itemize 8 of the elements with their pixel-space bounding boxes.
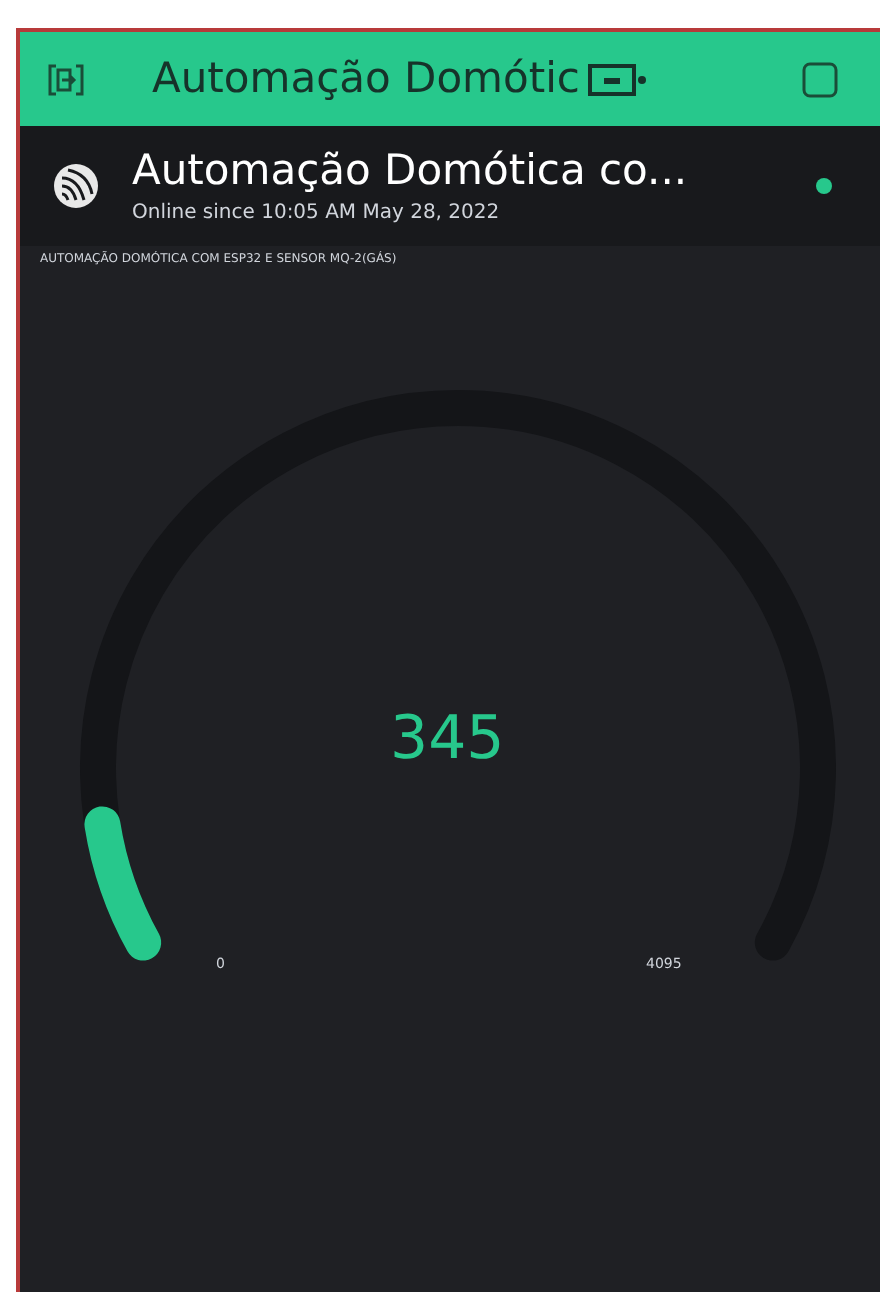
- gauge-value: 345: [390, 702, 505, 778]
- device-icon[interactable]: [587, 59, 648, 99]
- chip-logo-icon: [52, 162, 100, 210]
- exit-icon[interactable]: [44, 59, 88, 99]
- app-title: Automação Domótic: [152, 51, 580, 106]
- device-name: Automação Domótica co...: [132, 144, 688, 198]
- device-status: Online since 10:05 AM May 28, 2022: [132, 199, 502, 228]
- square-icon[interactable]: [800, 59, 840, 99]
